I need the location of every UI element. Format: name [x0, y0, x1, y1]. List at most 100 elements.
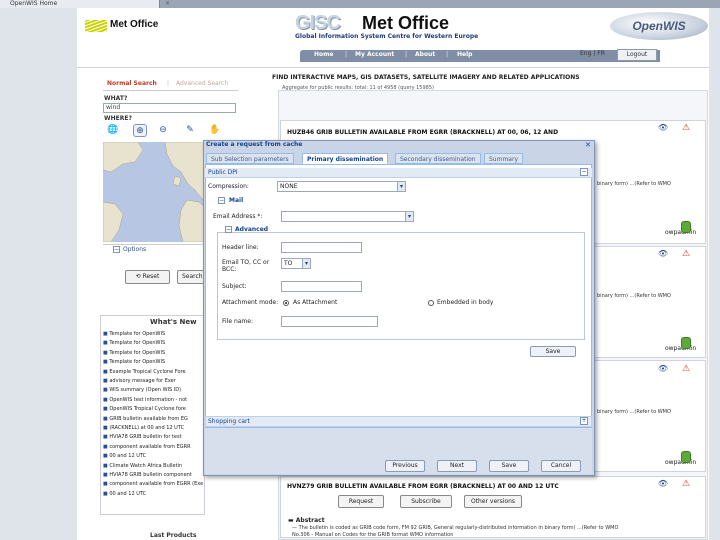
abstract-text: — The bulletin is coded as GRIB code for…	[292, 525, 619, 531]
whats-new-title: What's New	[150, 318, 197, 326]
reset-icon: ⟲	[135, 273, 143, 280]
tab-advanced-search[interactable]: Advanced Search	[176, 80, 228, 87]
tab-primary-dissemination[interactable]: Primary dissemination	[302, 153, 389, 164]
result-title[interactable]: HVNZ79 GRIB BULLETIN AVAILABLE FROM EGRR…	[287, 483, 559, 490]
news-item[interactable]: OpenWIS Tropical Cyclone fore	[103, 406, 203, 412]
mail-collapse-icon[interactable]: −	[218, 197, 225, 204]
advanced-collapse-icon[interactable]: −	[225, 226, 232, 233]
lock-icon	[681, 221, 691, 233]
news-item[interactable]: Template for OpenWIS	[103, 331, 203, 337]
collapse-icon: ▬	[288, 517, 296, 524]
request-button[interactable]: Request	[338, 495, 384, 508]
abstract-text-2: No.306 - Manual on Codes for the GRIB fo…	[292, 532, 454, 538]
news-item[interactable]: HVIA78 GRIB bulletin component	[103, 472, 203, 478]
cancel-button[interactable]: Cancel	[541, 460, 581, 472]
compression-label: Compression:	[208, 183, 249, 190]
tab-summary[interactable]: Summary	[484, 153, 523, 164]
other-versions-button[interactable]: Other versions	[464, 495, 522, 508]
chevron-down-icon[interactable]: ▾	[405, 211, 414, 222]
dialog-close-icon[interactable]: ✕	[585, 141, 591, 149]
tab-sub-selection[interactable]: Sub Selection parameters	[206, 153, 294, 164]
news-item[interactable]: HVIA78 GRIB bulletin for test	[103, 434, 203, 440]
header-line-input[interactable]	[281, 242, 362, 253]
news-item[interactable]: Template for OpenWIS	[103, 350, 203, 356]
nav-separator: |	[405, 51, 408, 58]
as-attachment-label: As Attachment	[293, 299, 338, 306]
browser-tab[interactable]: OpenWIS Home	[0, 0, 160, 8]
view-binoculars-icon[interactable]: 👁	[656, 480, 670, 488]
news-item[interactable]: 00 and 12 UTC	[103, 491, 203, 497]
news-item[interactable]: Template for OpenWIS	[103, 359, 203, 365]
tab-separator: |	[167, 80, 170, 87]
panel-title: Public DPI	[208, 169, 238, 176]
embedded-label: Embedded in body	[437, 299, 494, 306]
tab-normal-search[interactable]: Normal Search	[107, 80, 157, 87]
compression-select[interactable]: NONE	[277, 181, 398, 192]
expand-icon[interactable]: +	[580, 417, 588, 425]
panel-collapse-icon[interactable]: −	[580, 168, 588, 176]
result-title[interactable]: HUZB46 GRIB BULLETIN AVAILABLE FROM EGRR…	[287, 129, 558, 136]
previous-button[interactable]: Previous	[385, 460, 425, 472]
news-item[interactable]: OpenWIS test information - not	[103, 397, 203, 403]
subject-input[interactable]	[281, 281, 362, 292]
save-advanced-button[interactable]: Save	[530, 346, 576, 357]
options-label: Options	[123, 246, 147, 253]
news-item[interactable]: Climate Watch Africa Bulletin	[103, 463, 203, 469]
met-office-logo[interactable]: Met Office	[85, 18, 165, 34]
news-item[interactable]: WIS summary (Open WIS ID)	[103, 387, 203, 393]
view-binoculars-icon[interactable]: 👁	[656, 124, 670, 132]
news-item[interactable]: (RACKNELL) at 00 and 12 UTC	[103, 425, 203, 431]
gisc-org-name: Met Office	[362, 13, 450, 33]
collapse-icon: −	[113, 246, 120, 253]
draw-polygon-icon[interactable]: ✎	[183, 124, 197, 137]
email-label: Email Address *:	[213, 213, 263, 220]
metadata-doc-icon[interactable]: ⚠	[680, 248, 692, 260]
nav-help[interactable]: Help	[457, 51, 472, 58]
tab-secondary-dissemination[interactable]: Secondary dissemination	[395, 153, 481, 164]
news-item[interactable]: GRIB bulletin available from EG	[103, 416, 203, 422]
chevron-down-icon[interactable]: ▾	[302, 258, 311, 269]
pan-hand-icon[interactable]: ✋	[208, 124, 222, 137]
result-snippet: binary form) ...(Refer to WMO	[597, 293, 671, 299]
abstract-label: Abstract	[295, 517, 325, 524]
to-cc-bcc-select[interactable]: TO	[281, 258, 303, 269]
nav-my-account[interactable]: My Account	[355, 51, 394, 58]
view-binoculars-icon[interactable]: 👁	[656, 250, 670, 258]
save-button[interactable]: Save	[489, 460, 529, 472]
metadata-doc-icon[interactable]: ⚠	[680, 478, 692, 490]
news-item[interactable]: component available from EGRR (Exeter) a…	[103, 481, 203, 487]
view-binoculars-icon[interactable]: 👁	[656, 365, 670, 373]
news-item[interactable]: Example Tropical Cyclone Fore	[103, 369, 203, 375]
abstract-toggle[interactable]: ▬ Abstract	[288, 517, 325, 524]
shopping-cart-bar[interactable]	[205, 416, 592, 427]
embedded-radio[interactable]	[428, 300, 434, 306]
result-snippet: binary form) ...(Refer to WMO	[597, 409, 671, 415]
tab-close-icon[interactable]: ×	[165, 0, 170, 8]
search-button[interactable]: Search	[177, 270, 205, 284]
news-item[interactable]: Template for OpenWIS	[103, 340, 203, 346]
zoom-in-icon[interactable]: ⊕	[133, 124, 147, 137]
next-button[interactable]: Next	[437, 460, 477, 472]
to-cc-bcc-label: Email TO, CC or BCC:	[222, 259, 270, 273]
as-attachment-radio[interactable]	[283, 300, 289, 306]
chevron-down-icon[interactable]: ▾	[397, 181, 406, 192]
news-item[interactable]: advisory message for Exer	[103, 378, 203, 384]
email-select[interactable]	[281, 211, 406, 222]
advanced-fieldset	[217, 232, 585, 340]
metadata-doc-icon[interactable]: ⚠	[680, 363, 692, 375]
zoom-out-icon[interactable]: ⊖	[156, 124, 170, 137]
file-name-input[interactable]	[281, 316, 378, 327]
logout-button[interactable]: Logout	[617, 49, 657, 61]
subscribe-button[interactable]: Subscribe	[400, 495, 452, 508]
news-item[interactable]: 00 and 12 UTC	[103, 453, 203, 459]
reset-button[interactable]: ⟲ Reset	[125, 270, 170, 284]
subject-label: Subject:	[222, 283, 247, 290]
nav-about[interactable]: About	[415, 51, 435, 58]
zoom-world-icon[interactable]: 🌐	[106, 124, 120, 137]
language-switch[interactable]: Eng | FR	[580, 50, 605, 57]
nav-home[interactable]: Home	[314, 51, 333, 58]
divider	[103, 90, 238, 91]
what-search-input[interactable]: wind	[103, 103, 236, 113]
news-item[interactable]: component available from EGRR	[103, 444, 203, 450]
metadata-doc-icon[interactable]: ⚠	[680, 122, 692, 134]
